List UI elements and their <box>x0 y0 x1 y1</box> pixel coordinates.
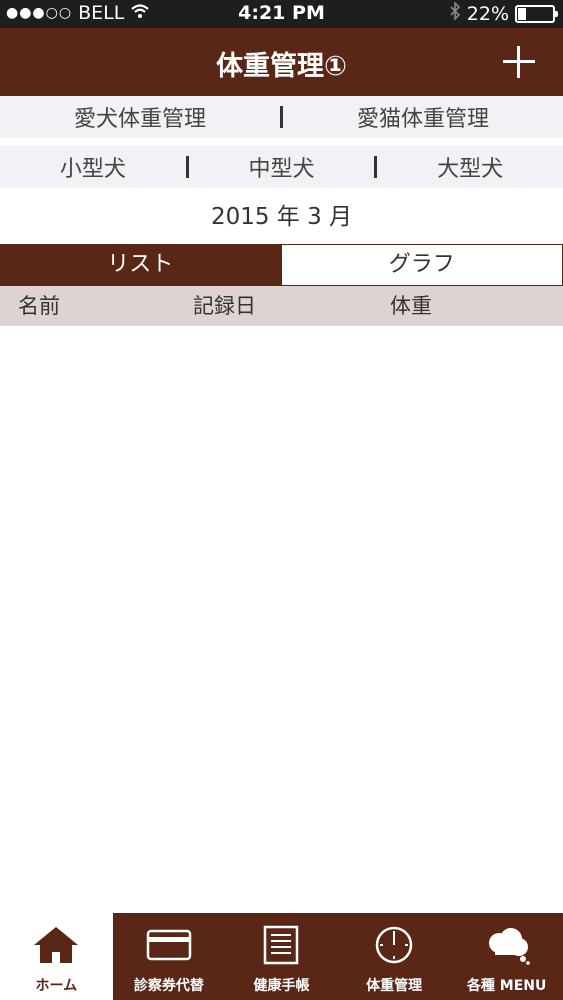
cloud-menu-icon <box>483 923 531 967</box>
plus-icon[interactable] <box>499 42 539 82</box>
tab-graph[interactable]: グラフ <box>280 245 563 285</box>
page-title: 体重管理① <box>216 51 347 82</box>
column-header-name: 名前 <box>18 294 60 318</box>
tab-small-dog[interactable]: 小型犬 <box>0 151 186 183</box>
battery-percent: 22% <box>466 2 509 25</box>
tabbar-item-health-book[interactable]: 健康手帳 <box>225 913 338 1000</box>
tabbar-label-weight: 体重管理 <box>366 978 423 994</box>
month-label[interactable]: 2015 年 3 月 <box>0 196 563 238</box>
tabbar-label-home: ホーム <box>35 978 78 994</box>
dog-size-selector: 小型犬 中型犬 大型犬 <box>0 146 563 188</box>
tab-list[interactable]: リスト <box>0 245 281 285</box>
battery-icon <box>515 4 558 23</box>
tabbar-label-menu: 各種 MENU <box>466 978 547 994</box>
view-tabs: リスト グラフ <box>0 244 563 286</box>
column-header-date: 記録日 <box>193 294 256 318</box>
list-header: 名前 記録日 体重 <box>0 286 563 326</box>
nav-bar: 体重管理① <box>0 28 563 96</box>
column-header-weight: 体重 <box>390 294 432 318</box>
tabbar-item-weight[interactable]: 体重管理 <box>337 913 451 1000</box>
weight-record-list <box>0 326 563 913</box>
bottom-tab-bar: ホーム 診察券代替 健康手帳 体重管理 各種 MENU <box>0 913 563 1000</box>
tab-dog-weight[interactable]: 愛犬体重管理 <box>0 101 280 133</box>
tab-cat-weight[interactable]: 愛猫体重管理 <box>283 101 563 133</box>
home-icon <box>32 923 80 967</box>
pet-type-selector: 愛犬体重管理 愛猫体重管理 <box>0 96 563 138</box>
bluetooth-icon <box>449 1 461 25</box>
tabbar-label-health-book: 健康手帳 <box>253 978 310 994</box>
clock-icon <box>370 923 418 967</box>
notebook-icon <box>257 923 305 967</box>
status-bar: ●●●○○ BELL 4:21 PM 22% <box>0 0 563 28</box>
tabbar-label-card: 診察券代替 <box>133 978 204 994</box>
tab-medium-dog[interactable]: 中型犬 <box>189 151 375 183</box>
battery-fill <box>518 7 526 20</box>
tabbar-item-menu[interactable]: 各種 MENU <box>450 913 563 1000</box>
tabbar-item-home[interactable]: ホーム <box>0 913 113 1000</box>
card-icon <box>145 923 193 967</box>
tab-large-dog[interactable]: 大型犬 <box>377 151 563 183</box>
tabbar-item-card[interactable]: 診察券代替 <box>112 913 226 1000</box>
